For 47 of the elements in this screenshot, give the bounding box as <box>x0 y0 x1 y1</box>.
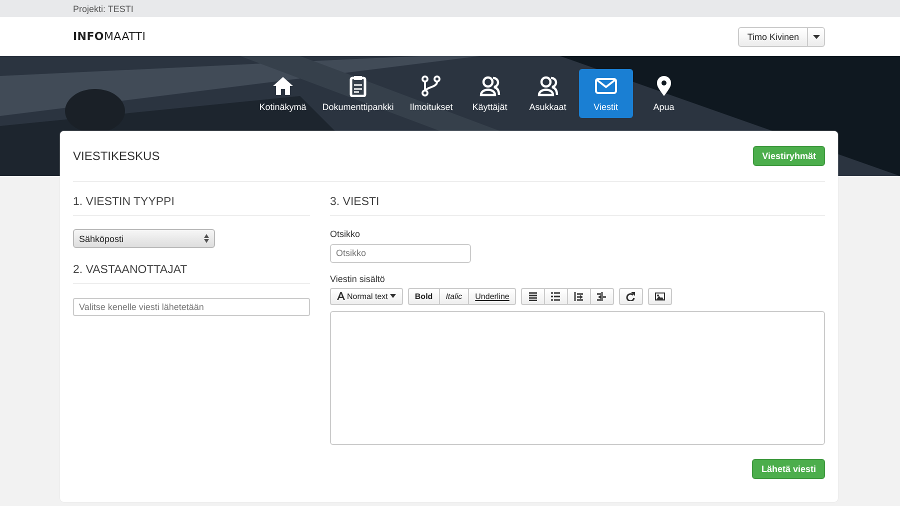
numbered-list-icon <box>551 292 562 300</box>
nav-tab[interactable]: Ilmoitukset <box>404 69 459 118</box>
logo: INFOMAATTI <box>73 30 146 43</box>
type-select[interactable]: Sähköposti <box>73 229 215 248</box>
format-dropdown[interactable]: Normal text <box>330 288 403 304</box>
toolbar-button[interactable] <box>648 288 672 304</box>
field-label: Otsikko <box>330 229 362 239</box>
subject-field[interactable]: Otsikko <box>330 244 471 262</box>
message-body-field[interactable] <box>330 310 825 444</box>
font-icon <box>337 292 345 300</box>
outdent-icon <box>574 292 584 300</box>
updown-icon <box>204 234 209 243</box>
nav-tab[interactable]: Käyttäjät <box>462 69 517 118</box>
nav-tab[interactable]: Viestit <box>578 69 633 118</box>
section-heading: 1. VIESTIN TYYPPI <box>73 182 310 216</box>
nav-tab[interactable]: Dokumenttipankki <box>316 69 400 118</box>
nav-tab[interactable]: Apua <box>636 69 691 118</box>
indent-icon <box>597 292 608 300</box>
toolbar-button[interactable] <box>567 288 592 304</box>
toolbar-button[interactable] <box>619 288 644 304</box>
users-icon <box>478 75 501 97</box>
italic-button[interactable]: Italic <box>438 288 470 304</box>
envelope-icon <box>594 75 617 97</box>
redo-icon <box>626 292 636 300</box>
section-heading: 2. VASTAANOTTAJAT <box>73 250 310 284</box>
caret-icon <box>390 294 396 298</box>
toolbar-button[interactable] <box>521 288 546 304</box>
toolbar-button[interactable] <box>544 288 568 304</box>
dropdown-toggle[interactable] <box>808 26 825 46</box>
section-heading: 3. VIESTI <box>330 182 825 216</box>
page-title: VIESTIKESKUS <box>73 149 160 163</box>
recipients-field[interactable]: Valitse kenelle viesti lähetetään <box>73 298 310 316</box>
home-icon <box>272 75 294 97</box>
clipboard-icon <box>347 75 369 97</box>
users-icon <box>536 75 559 97</box>
branch-icon <box>420 75 442 97</box>
underline-button[interactable]: Underline <box>468 288 516 304</box>
bold-button[interactable]: Bold <box>408 288 440 304</box>
image-icon <box>655 292 666 300</box>
nav-tab[interactable]: Asukkaat <box>520 69 575 118</box>
caret-icon <box>812 34 820 38</box>
list-icon <box>528 292 538 300</box>
field-label: Viestin sisältö <box>330 274 386 284</box>
user-menu-button[interactable]: Timo Kivinen <box>738 26 808 46</box>
project-label: Projekti: TESTI <box>73 4 134 14</box>
nav-tab[interactable]: Kotinäkymä <box>253 69 312 118</box>
toolbar-button[interactable] <box>590 288 614 304</box>
